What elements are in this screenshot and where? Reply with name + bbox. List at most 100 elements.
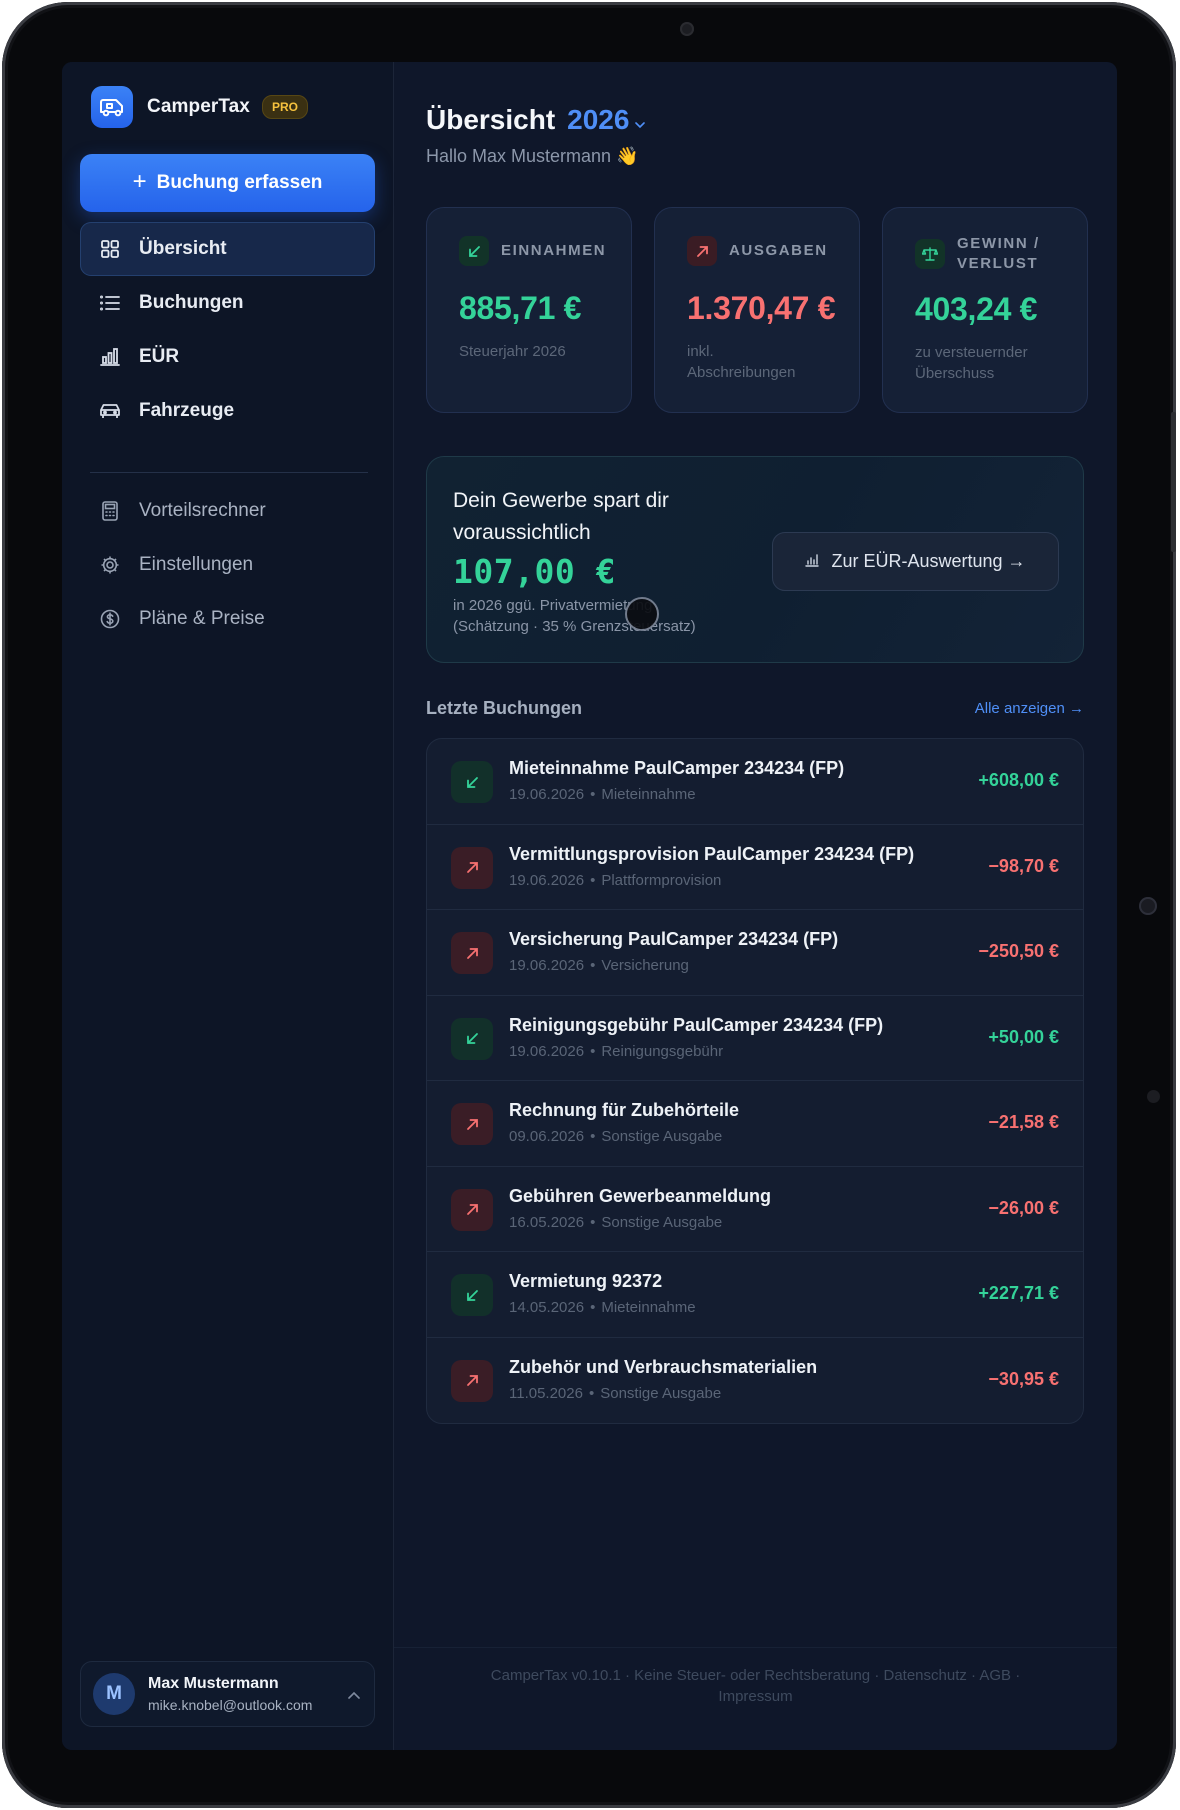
footer: CamperTax v0.10.1 · Keine Steuer- oder R… — [394, 1665, 1117, 1707]
booking-title: Mieteinnahme PaulCamper 234234 (FP) — [509, 758, 845, 778]
touch-indicator — [625, 597, 659, 631]
savings-amount: 107,00 € — [453, 552, 616, 591]
user-name: Max Mustermann — [148, 1675, 279, 1693]
booking-row[interactable]: Mieteinnahme PaulCamper 234234 (FP) 19.06… — [427, 739, 1083, 825]
sidebar: CamperTax PRO + Buchung erfassen Übersic… — [62, 62, 394, 1750]
sidebar-item-vorteilsrechner[interactable]: Vorteilsrechner — [80, 484, 375, 538]
booking-amount: +227,71 € — [978, 1283, 1059, 1303]
sidebar-item-fahrzeuge[interactable]: Fahrzeuge — [80, 384, 375, 438]
meta-separator: • — [590, 1042, 596, 1060]
sidebar-item-label: Buchungen — [139, 292, 244, 313]
meta-separator: • — [588, 1384, 595, 1402]
sidebar-item-uebersicht[interactable]: Übersicht — [80, 222, 375, 276]
greeting: Hallo Max Mustermann 👋 — [426, 146, 639, 166]
footer-divider — [394, 1647, 1117, 1648]
booking-meta: 14.05.2026 • Mieteinnahme — [509, 1299, 696, 1316]
sidebar-item-eur[interactable]: EÜR — [80, 330, 375, 384]
arrow-up-right-icon — [451, 932, 493, 974]
booking-meta: 11.05.2026 • Sonstige Ausgabe — [509, 1385, 721, 1402]
car-icon — [98, 399, 122, 423]
tablet-frame: CamperTax PRO + Buchung erfassen Übersic… — [2, 2, 1176, 1808]
booking-list: Mieteinnahme PaulCamper 234234 (FP) 19.06… — [426, 738, 1084, 1424]
meta-separator: • — [590, 1299, 596, 1316]
booking-title: Vermittlungsprovision PaulCamper 234234 … — [509, 843, 915, 864]
arrow-up-right-icon — [451, 1359, 493, 1402]
stat-label: GEWINN / VERLUST — [957, 235, 1040, 272]
booking-category: Sonstige Ausgabe — [601, 1128, 723, 1145]
savings-subtitle: in 2026 ggü. Privatvermietung (Schätzung… — [453, 595, 696, 637]
chevron-down-icon[interactable] — [635, 117, 646, 132]
bar-chart-icon — [98, 345, 122, 369]
stat-card-gewinn-verlust: GEWINN / VERLUST 403,24 € zu versteuernd… — [882, 207, 1088, 413]
arrow-down-left-icon — [451, 1017, 493, 1060]
stat-subtitle: zu versteuernder Überschuss — [915, 344, 1028, 382]
booking-category: Reinigungsgebühr — [601, 1042, 724, 1060]
year-selector[interactable]: 2026 — [567, 104, 629, 136]
brand[interactable]: CamperTax PRO — [91, 86, 308, 128]
booking-row[interactable]: Reinigungsgebühr PaulCamper 234234 (FP) 1… — [427, 996, 1083, 1081]
app-screen: CamperTax PRO + Buchung erfassen Übersic… — [62, 62, 1117, 1750]
stat-label: EINNAHMEN — [501, 242, 607, 260]
booking-amount: +608,00 € — [978, 770, 1059, 790]
booking-row[interactable]: Vermittlungsprovision PaulCamper 234234 … — [427, 825, 1083, 910]
booking-category: Mieteinnahme — [601, 786, 696, 803]
section-title: Letzte Buchungen — [426, 698, 582, 718]
page-title-text: Übersicht — [426, 104, 556, 135]
footer-impressum-link[interactable]: Impressum — [394, 1686, 1117, 1707]
meta-separator: • — [590, 957, 596, 974]
stat-value: 1.370,47 € — [687, 290, 836, 326]
booking-row[interactable]: Vermietung 92372 14.05.2026 • Mieteinnahme +… — [427, 1252, 1083, 1338]
sidebar-item-label: Pläne & Preise — [139, 608, 265, 629]
booking-date: 19.06.2026 — [509, 786, 585, 803]
add-booking-button[interactable]: + Buchung erfassen — [80, 154, 375, 212]
eur-report-label: Zur EÜR-Auswertung → — [831, 551, 1026, 571]
calculator-icon — [98, 499, 122, 523]
show-all-link[interactable]: Alle anzeigen → — [975, 700, 1084, 717]
main-content: Übersicht 2026 Hallo Max Mustermann 👋 EI… — [394, 62, 1117, 1750]
stat-label: AUSGABEN — [729, 242, 828, 260]
booking-date: 09.06.2026 — [509, 1128, 585, 1145]
sidebar-item-einstellungen[interactable]: Einstellungen — [80, 538, 375, 592]
booking-category: Sonstige Ausgabe — [600, 1384, 722, 1402]
sidebar-item-label: Vorteilsrechner — [139, 500, 266, 521]
savings-banner: Dein Gewerbe spart dir voraussichtlich 1… — [426, 456, 1084, 663]
booking-title: Zubehör und Verbrauchsmaterialien — [509, 1356, 818, 1377]
sidebar-item-label: EÜR — [139, 346, 180, 367]
booking-row[interactable]: Gebühren Gewerbeanmeldung 16.05.2026 • Sons… — [427, 1167, 1083, 1252]
user-menu[interactable]: M Max Mustermann mike.knobel@outlook.com — [80, 1661, 375, 1727]
booking-date: 19.06.2026 — [509, 957, 585, 974]
booking-meta: 19.06.2026 • Reinigungsgebühr — [509, 1043, 723, 1060]
stat-value: 885,71 € — [459, 290, 582, 326]
stat-value: 403,24 € — [915, 291, 1038, 327]
booking-amount: −30,95 € — [988, 1368, 1059, 1389]
booking-row[interactable]: Rechnung für Zubehörteile 09.06.2026 • Sons… — [427, 1081, 1083, 1167]
meta-separator: • — [590, 1213, 596, 1231]
avatar: M — [93, 1673, 135, 1715]
arrow-up-right-icon — [451, 846, 493, 889]
booking-meta: 19.06.2026 • Mieteinnahme — [509, 786, 696, 803]
stat-card-ausgaben: AUSGABEN 1.370,47 € inkl. Abschreibungen — [654, 207, 860, 413]
sidebar-item-label: Übersicht — [139, 238, 227, 259]
plus-icon: + — [132, 168, 147, 195]
booking-title: Rechnung für Zubehörteile — [509, 1100, 740, 1120]
eur-report-button[interactable]: Zur EÜR-Auswertung → — [772, 532, 1059, 591]
savings-subtitle-line: in 2026 ggü. Privatvermietung — [453, 597, 653, 614]
gear-icon — [98, 553, 122, 577]
chevron-up-icon — [348, 1686, 360, 1702]
sidebar-item-plaene-preise[interactable]: Pläne & Preise — [80, 592, 375, 646]
booking-date: 19.06.2026 — [509, 1042, 585, 1060]
add-booking-label: Buchung erfassen — [156, 172, 323, 193]
sidebar-item-label: Einstellungen — [139, 554, 254, 575]
stat-subtitle: inkl. Abschreibungen — [687, 343, 796, 381]
sidebar-item-buchungen[interactable]: Buchungen — [80, 276, 375, 330]
booking-date: 11.05.2026 — [509, 1384, 583, 1402]
stat-subtitle: Steuerjahr 2026 — [459, 343, 566, 360]
booking-amount: +50,00 € — [988, 1026, 1059, 1047]
booking-row[interactable]: Versicherung PaulCamper 234234 (FP) 19.06… — [427, 910, 1083, 996]
savings-title: Dein Gewerbe spart dir voraussichtlich — [453, 489, 669, 544]
arrow-up-right-icon — [451, 1188, 493, 1231]
booking-row[interactable]: Zubehör und Verbrauchsmaterialien 11.05.2… — [427, 1338, 1083, 1424]
arrow-down-left-icon — [451, 1274, 493, 1316]
footer-links[interactable]: CamperTax v0.10.1 · Keine Steuer- oder R… — [394, 1665, 1117, 1686]
front-camera — [680, 22, 694, 36]
